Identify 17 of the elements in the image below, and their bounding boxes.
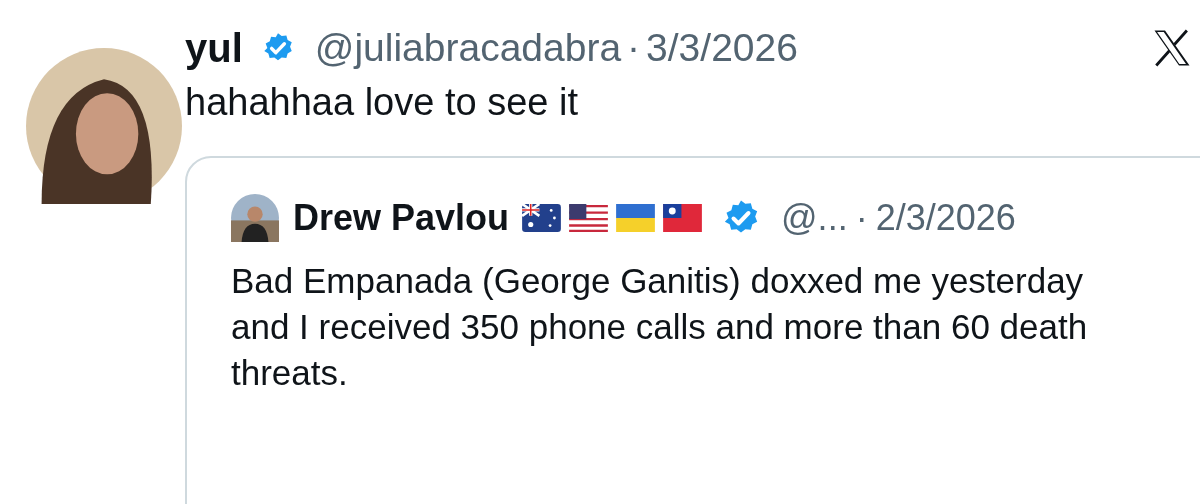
quoted-post-text: Bad Empanada (George Ganitis) doxxed me yesterday and I received 350 phone calls and more than 60 death threats.: [231, 260, 1089, 394]
quoted-post-card[interactable]: Drew Pavlou @... · 2/3/2026 Bad Empanada (George Ganitis) doxxed me yesterday and I received 350 phone calls and more than 60 death threats.: [185, 156, 1200, 504]
quoted-post-date[interactable]: 2/3/2026: [875, 197, 1016, 239]
author-handle[interactable]: @juliabracadabra: [314, 26, 622, 70]
avatar[interactable]: [26, 48, 182, 204]
quoted-author-name[interactable]: Drew Pavlou: [293, 197, 510, 239]
author-name[interactable]: yul: [185, 25, 243, 71]
post-text: hahahhaa love to see it: [185, 80, 579, 125]
post-date[interactable]: 3/3/2026: [646, 26, 798, 70]
avatar[interactable]: [231, 194, 279, 242]
flag-icon: [568, 204, 610, 232]
flag-icon: [521, 204, 563, 232]
flag-icon: [662, 204, 704, 232]
separator-dot: ·: [855, 197, 868, 239]
separator-dot: ·: [627, 26, 641, 70]
flag-icon: [615, 204, 657, 232]
quoted-author-handle[interactable]: @...: [781, 197, 848, 239]
